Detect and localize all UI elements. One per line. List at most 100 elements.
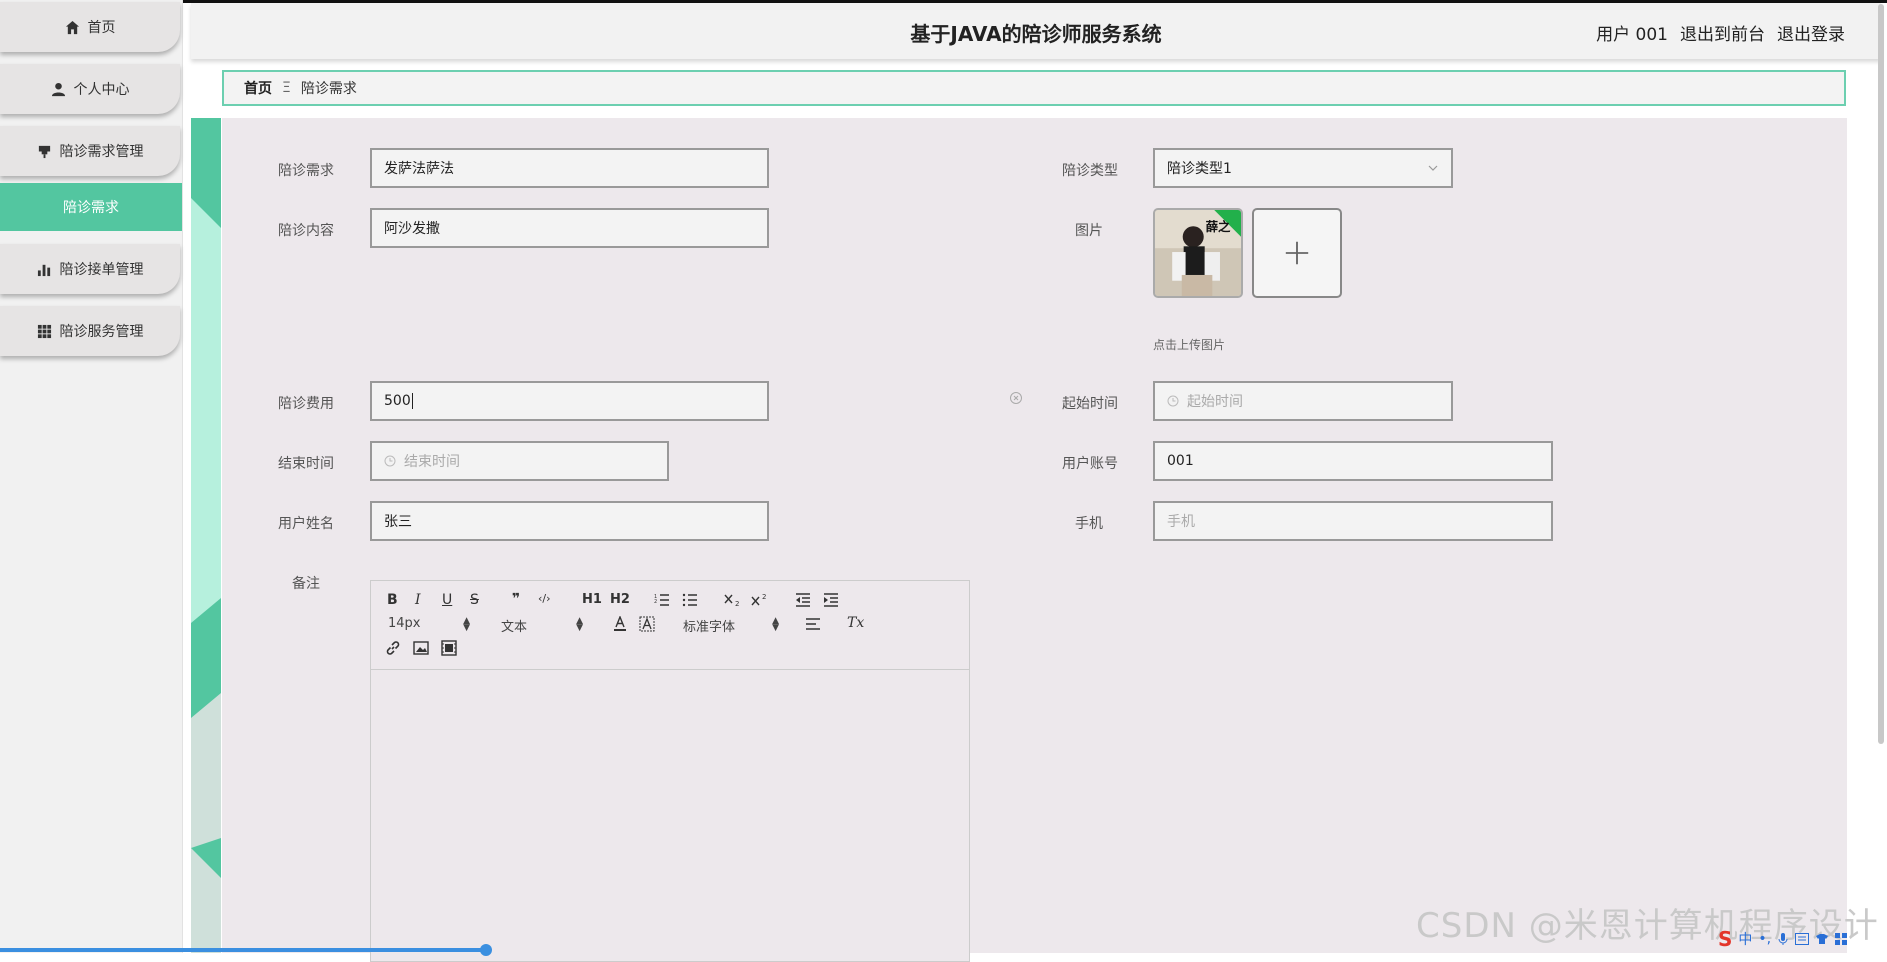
phone-label: 手机 [1075,516,1103,532]
user-icon [51,82,65,96]
bullet-list-icon[interactable] [682,593,698,607]
sidebar-item-order-manage[interactable]: 陪诊接单管理 [0,244,180,294]
start-time-picker[interactable]: 起始时间 [1153,381,1453,421]
editor-toolbar: B I U S ❞ ‹/› H1 H2 12 2 2 14px ▲ ▼ 文本 ▲ ▼… [371,581,969,670]
h1-button[interactable]: H1 [582,592,602,607]
current-user: 用户 001 [1596,25,1668,45]
decorative-strip [191,118,221,953]
sidebar-subitem-need[interactable]: 陪诊需求 [0,183,182,231]
outdent-icon[interactable] [795,593,811,607]
home-icon [65,20,79,34]
need-value: 发萨法萨法 [384,161,454,177]
font-family-value: 标准字体 [683,620,736,635]
ordered-list-icon[interactable]: 12 [654,593,670,607]
underline-button[interactable]: U [442,592,452,608]
type-select[interactable]: 陪诊类型1 [1153,148,1453,188]
top-header: 基于JAVA的陪诊师服务系统 用户 001 退出到前台 退出登录 [191,3,1881,59]
background-color-icon[interactable] [639,616,655,632]
image-label: 图片 [1075,223,1103,239]
sidebar-item-label: 首页 [87,20,116,36]
breadcrumb-current: 陪诊需求 [300,81,357,97]
keyboard-icon[interactable] [1795,933,1810,945]
upload-add-button[interactable] [1252,208,1342,298]
bar-chart-icon [37,264,50,276]
sidebar-item-profile[interactable]: 个人中心 [0,64,180,114]
font-family-select[interactable]: 标准字体 ▲ ▼ [683,616,779,636]
ime-mode[interactable]: 中 [1738,929,1752,949]
clear-format-button[interactable]: Tx [847,615,864,631]
content-input[interactable]: 阿沙发撒 [370,208,769,248]
svg-text:2: 2 [654,599,657,605]
progress-handle[interactable] [480,944,492,956]
breadcrumb-home[interactable]: 首页 [244,78,272,98]
start-time-label: 起始时间 [1062,396,1118,412]
strike-button[interactable]: S [470,592,479,608]
fee-label: 陪诊费用 [278,396,334,412]
account-input[interactable]: 001 [1153,441,1553,481]
header-user-links: 用户 001 退出到前台 退出登录 [1596,20,1845,45]
sidebar-item-home[interactable]: 首页 [0,2,180,52]
uploaded-image-thumbnail[interactable]: 薛之 [1153,208,1243,298]
text-cursor [411,393,413,409]
page-scrollbar[interactable] [1878,4,1884,744]
type-value: 陪诊类型1 [1167,161,1232,177]
logout-link[interactable]: 退出登录 [1777,20,1845,45]
italic-button[interactable]: I [415,592,421,608]
back-to-front-link[interactable]: 退出到前台 [1680,20,1765,45]
clock-icon [1167,395,1179,407]
align-icon[interactable] [805,618,821,630]
name-input[interactable]: 张三 [370,501,769,541]
phone-placeholder: 手机 [1167,514,1195,530]
select-arrows-icon: ▲ ▼ [772,616,779,633]
breadcrumb-separator: Ξ [282,80,291,96]
select-arrows-icon: ▲ ▼ [463,616,470,633]
sidebar-subitem-label: 陪诊需求 [63,200,119,216]
account-value: 001 [1167,453,1194,469]
image-icon[interactable] [413,640,429,656]
quote-button[interactable]: ❞ [512,591,520,607]
need-input[interactable]: 发萨法萨法 [370,148,769,188]
remark-label: 备注 [292,576,320,592]
thumb-text: 薛之 [1206,219,1231,234]
grid-menu-icon[interactable] [1835,933,1848,945]
upload-tip: 点击上传图片 [1153,338,1226,352]
phone-input[interactable]: 手机 [1153,501,1553,541]
name-value: 张三 [384,514,412,530]
link-icon[interactable] [385,640,401,656]
breadcrumb: 首页 Ξ 陪诊需求 [222,70,1846,106]
bold-button[interactable]: B [387,592,398,608]
rich-text-editor: B I U S ❞ ‹/› H1 H2 12 2 2 14px ▲ ▼ 文本 ▲ ▼… [370,580,970,962]
pin-icon [38,145,50,158]
type-label: 陪诊类型 [1062,163,1118,179]
code-button[interactable]: ‹/› [538,592,551,605]
svg-text:2: 2 [735,600,739,607]
microphone-icon[interactable] [1777,932,1789,946]
block-format-select[interactable]: 文本 ▲ ▼ [501,616,583,636]
end-time-placeholder: 结束时间 [404,454,460,470]
person-photo: 薛之 [1155,210,1241,296]
content-label: 陪诊内容 [278,223,334,239]
end-time-picker[interactable]: 结束时间 [370,441,669,481]
block-format-value: 文本 [501,620,528,635]
sidebar-item-need-manage[interactable]: 陪诊需求管理 [0,126,180,176]
fee-input[interactable]: 500 [370,381,769,421]
superscript-icon[interactable]: 2 [751,593,769,607]
fee-value: 500 [384,393,411,409]
font-size-value: 14px [388,616,421,631]
sidebar-item-label: 个人中心 [73,82,130,98]
punctuation-icon[interactable]: •, [1758,931,1771,947]
indent-icon[interactable] [823,593,839,607]
sidebar-item-service-manage[interactable]: 陪诊服务管理 [0,306,180,356]
select-arrows-icon: ▲ ▼ [576,616,583,633]
h2-button[interactable]: H2 [610,592,630,607]
sidebar-item-label: 陪诊服务管理 [59,324,144,340]
subscript-icon[interactable]: 2 [724,593,742,607]
shirt-icon[interactable] [1815,933,1829,945]
ime-toolbar: S 中 •, [1718,927,1848,951]
font-color-icon[interactable] [612,616,628,632]
sogou-logo-icon: S [1718,927,1733,951]
font-size-select[interactable]: 14px ▲ ▼ [388,616,470,633]
clock-icon [384,455,396,467]
video-icon[interactable] [441,640,457,656]
need-label: 陪诊需求 [278,163,334,179]
